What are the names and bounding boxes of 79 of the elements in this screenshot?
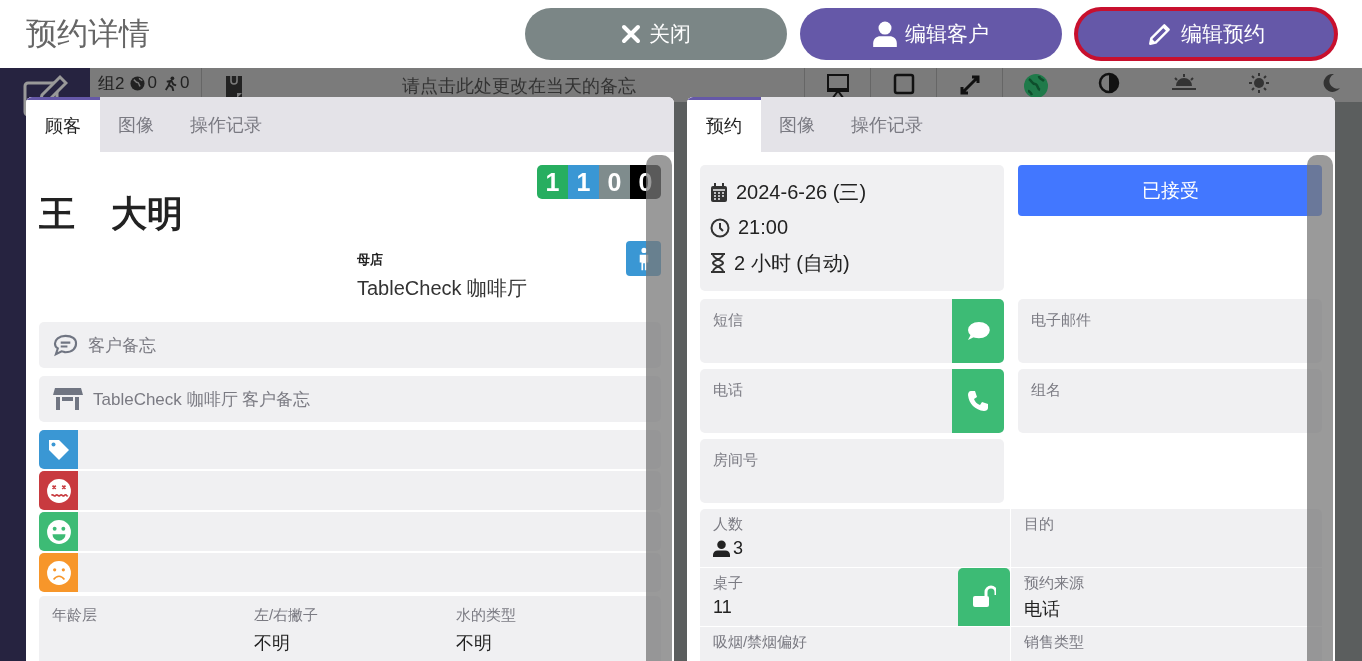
- edit-reservation-button[interactable]: 编辑预约: [1075, 8, 1337, 60]
- visit-count: 1: [537, 165, 568, 199]
- contact-field[interactable]: 短信: [700, 299, 1004, 363]
- frowning-face-icon: [45, 559, 72, 586]
- field-label: 桌子: [713, 574, 744, 593]
- field-value: 电话: [1024, 598, 1061, 621]
- hourglass-icon: [710, 253, 726, 274]
- store-icon: [53, 386, 83, 412]
- note-text: 客户备忘: [88, 334, 156, 357]
- square-icon[interactable]: [892, 73, 915, 95]
- reservation-time: 21:00: [738, 216, 789, 240]
- visit-count: 0: [599, 165, 630, 199]
- party-size: 3: [733, 538, 743, 559]
- field-label: 目的: [1024, 515, 1055, 534]
- clock-icon: [710, 218, 730, 238]
- message-button[interactable]: [952, 299, 1004, 363]
- tab[interactable]: 预约: [687, 97, 761, 152]
- visit-count: 1: [568, 165, 599, 199]
- field-value: 11: [713, 597, 733, 618]
- tag-button[interactable]: [39, 430, 78, 469]
- contact-field[interactable]: 房间号: [700, 439, 1004, 503]
- field-label: 销售类型: [1024, 633, 1085, 652]
- scrollbar[interactable]: [1307, 155, 1333, 661]
- phone-icon: [966, 389, 990, 413]
- reservation-date: 2024-6-26 (三): [736, 180, 867, 206]
- page-title: 预约详情: [26, 15, 151, 53]
- tab[interactable]: 顾客: [26, 97, 100, 152]
- count-text: 0: [147, 73, 157, 93]
- call-button[interactable]: [952, 369, 1004, 433]
- close-button[interactable]: 关闭: [525, 8, 787, 60]
- field-label: 组名: [1031, 381, 1061, 400]
- dizzy-face-icon: [45, 477, 72, 504]
- field-label: 短信: [713, 311, 743, 330]
- edit-customer-button[interactable]: 编辑客户: [800, 8, 1062, 60]
- lock-button[interactable]: [958, 568, 1010, 626]
- smiley-face-icon: [45, 518, 72, 545]
- field-label: 预约来源: [1024, 574, 1085, 593]
- home-store: TableCheck 咖啡厅: [357, 276, 529, 301]
- field-label: 母店: [357, 251, 384, 269]
- unlocked-padlock-icon: [972, 585, 996, 609]
- count-text: 0: [179, 73, 190, 93]
- close-icon: [621, 24, 641, 44]
- calendar-icon: [710, 182, 728, 203]
- tab[interactable]: 操作记录: [172, 97, 280, 152]
- chat-icon: [53, 333, 78, 357]
- contact-field[interactable]: 电话: [700, 369, 1004, 433]
- tag-icon: [46, 437, 71, 462]
- day-memo[interactable]: 请点击此处更改在当天的备忘: [402, 74, 804, 98]
- globe-icon[interactable]: [1022, 73, 1049, 99]
- tag-button[interactable]: [39, 553, 78, 592]
- speech-bubble-icon: [966, 321, 990, 341]
- easel-icon[interactable]: [824, 73, 851, 99]
- note-text: TableCheck 咖啡厅 客户备忘: [93, 388, 311, 411]
- half-circle-icon[interactable]: [1098, 72, 1120, 94]
- customer-name: 王 大明: [39, 192, 183, 236]
- tag-button[interactable]: [39, 512, 78, 551]
- reservation-duration: 2 小时 (自动): [734, 250, 850, 276]
- field-label: 电子邮件: [1031, 311, 1091, 330]
- tab[interactable]: 图像: [100, 97, 172, 152]
- field-label: 人数: [713, 515, 744, 534]
- field-label: 电话: [713, 381, 743, 400]
- field-label: 房间号: [713, 451, 758, 470]
- pencil-icon: [1147, 21, 1173, 47]
- field-label: 水的类型: [456, 606, 517, 625]
- field-label: 左/右撇子: [254, 606, 320, 625]
- sunrise-icon[interactable]: [1170, 72, 1198, 92]
- field-label: 吸烟/禁烟偏好: [713, 633, 809, 652]
- person-icon: [713, 540, 730, 557]
- globe-icon: [130, 75, 146, 91]
- walking-person-icon: [162, 75, 178, 91]
- field-value: 不明: [254, 632, 291, 655]
- field-value: 不明: [456, 632, 493, 655]
- user-icon: [873, 21, 897, 47]
- tag-button[interactable]: [39, 471, 78, 510]
- tab[interactable]: 操作记录: [833, 97, 941, 152]
- field-label: 年龄层: [52, 606, 98, 625]
- count-text: 组2: [98, 72, 125, 95]
- sun-icon[interactable]: [1248, 72, 1270, 94]
- tab[interactable]: 图像: [761, 97, 833, 152]
